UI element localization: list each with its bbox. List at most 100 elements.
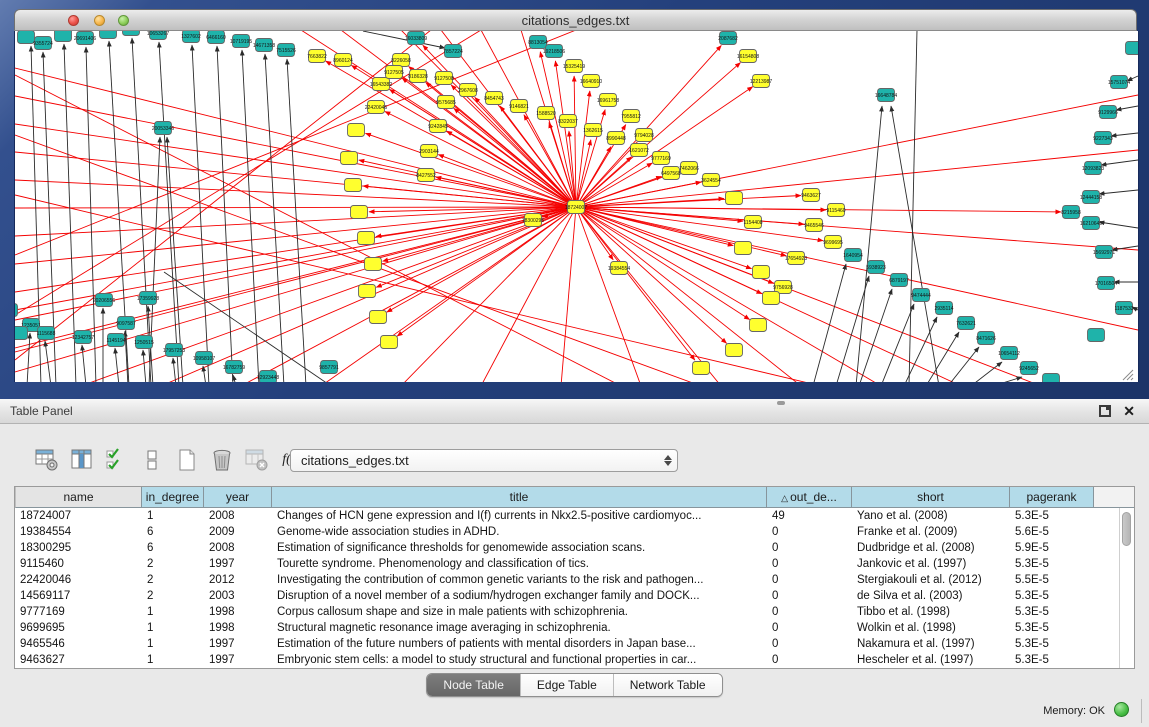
table-cell[interactable]: 1 (142, 620, 204, 636)
graph-node[interactable]: 8427552 (416, 169, 436, 182)
graph-node[interactable]: 2935114 (934, 302, 953, 315)
graph-node[interactable] (100, 31, 117, 39)
graph-node[interactable]: 6879197 (889, 274, 909, 287)
table-cell[interactable]: 2009 (204, 524, 272, 540)
graph-node[interactable]: 16033809 (405, 32, 427, 45)
graph-node[interactable]: 16782759 (223, 361, 245, 374)
table-cell[interactable]: 1997 (204, 652, 272, 668)
graph-node[interactable] (365, 258, 382, 271)
graph-edge-black[interactable] (27, 333, 30, 382)
graph-edge-citation[interactable] (576, 207, 752, 269)
table-cell[interactable]: Genome-wide association studies in ADHD. (272, 524, 767, 540)
graph-node[interactable]: 20053346 (152, 122, 174, 135)
table-cell[interactable]: 5.3E-5 (1010, 508, 1094, 524)
table-cell[interactable]: Wolkin et al. (1998) (852, 620, 1010, 636)
select-columns-icon[interactable] (104, 447, 130, 473)
graph-node[interactable]: 7462066 (679, 162, 699, 175)
graph-node[interactable] (345, 179, 362, 192)
graph-node[interactable] (359, 285, 376, 298)
graph-node[interactable]: 9127508 (434, 72, 454, 85)
graph-node[interactable] (370, 311, 387, 324)
table-row[interactable]: 969969511998Structural magnetic resonanc… (15, 620, 1134, 636)
table-row[interactable]: 1872400712008Changes of HCN gene express… (15, 508, 1134, 524)
graph-edge-black[interactable] (265, 54, 284, 382)
graph-edge-red[interactable] (15, 207, 576, 264)
table-cell[interactable]: 0 (767, 556, 852, 572)
graph-node[interactable]: 16543382 (370, 78, 392, 91)
table-cell[interactable]: 1998 (204, 604, 272, 620)
graph-node[interactable]: 1362615 (583, 124, 603, 137)
graph-edge-black[interactable] (1099, 222, 1138, 228)
table-cell[interactable]: 18724007 (15, 508, 142, 524)
graph-edge-citation[interactable] (576, 207, 750, 320)
graph-node[interactable]: 9127505 (384, 66, 404, 79)
table-cell[interactable]: Stergiakouli et al. (2012) (852, 572, 1010, 588)
table-cell[interactable]: 6 (142, 540, 204, 556)
column-header-title[interactable]: title (272, 487, 767, 508)
graph-edge-citation[interactable] (363, 186, 576, 207)
graph-node[interactable]: 16154808 (737, 50, 759, 63)
column-header-in_degree[interactable]: in_degree (142, 487, 204, 508)
table-cell[interactable]: 0 (767, 588, 852, 604)
table-cell[interactable]: Tibbo et al. (1998) (852, 604, 1010, 620)
table-cell[interactable]: 5.3E-5 (1010, 636, 1094, 652)
table-cell[interactable]: Estimation of significance thresholds fo… (272, 540, 767, 556)
graph-node[interactable]: 20206556 (93, 294, 115, 307)
graph-node[interactable]: 12342757 (72, 331, 94, 344)
table-cell[interactable]: 5.9E-5 (1010, 540, 1094, 556)
resize-grip-icon[interactable] (1131, 378, 1133, 380)
graph-node[interactable]: 9463627 (801, 189, 821, 202)
table-cell[interactable]: Nakamura et al. (1997) (852, 636, 1010, 652)
graph-node[interactable]: 9794028 (634, 129, 654, 142)
graph-node[interactable]: 7663822 (307, 50, 327, 63)
graph-edge-black[interactable] (993, 377, 1022, 382)
table-selector-dropdown[interactable]: citations_edges.txt (290, 449, 678, 472)
graph-node[interactable]: 19218506 (543, 45, 565, 58)
graph-edge-red[interactable] (576, 207, 1041, 382)
graph-node[interactable]: 7955812 (621, 110, 641, 123)
graph-node[interactable]: 9699695 (823, 236, 843, 249)
graph-edge-black[interactable] (1116, 106, 1138, 110)
graph-edge-black[interactable] (813, 264, 846, 382)
graph-node[interactable] (726, 192, 743, 205)
graph-node[interactable] (15, 304, 18, 317)
graph-node[interactable]: 9465546 (804, 219, 824, 232)
table-cell[interactable]: 2 (142, 588, 204, 604)
table-cell[interactable]: 2003 (204, 588, 272, 604)
graph-node[interactable]: 22420046 (365, 101, 387, 114)
vertical-scrollbar[interactable] (1119, 508, 1134, 668)
graph-node[interactable]: 16210649 (1080, 217, 1102, 230)
graph-node[interactable]: 8322037 (558, 115, 578, 128)
graph-node[interactable]: 15325419 (563, 60, 585, 73)
column-header-short[interactable]: short (852, 487, 1010, 508)
graph-node[interactable] (753, 266, 770, 279)
graph-edge-red[interactable] (15, 207, 576, 348)
table-cell[interactable]: 5.3E-5 (1010, 620, 1094, 636)
table-cell[interactable]: 2008 (204, 540, 272, 556)
graph-node[interactable] (1088, 329, 1105, 342)
graph-edge-citation[interactable] (576, 147, 611, 207)
graph-node[interactable] (1126, 42, 1139, 55)
table-row[interactable]: 1456911722003Disruption of a novel membe… (15, 588, 1134, 604)
table-cell[interactable]: Hescheler et al. (1997) (852, 652, 1010, 668)
graph-edge-black[interactable] (1099, 190, 1138, 194)
table-row[interactable]: 2242004622012Investigating the contribut… (15, 572, 1134, 588)
table-cell[interactable]: Investigating the contribution of common… (272, 572, 767, 588)
table-cell[interactable]: Corpus callosum shape and size in male p… (272, 604, 767, 620)
table-row[interactable]: 946554611997Estimation of the future num… (15, 636, 1134, 652)
graph-node[interactable]: 1154408 (743, 216, 762, 229)
graph-edge-black[interactable] (233, 375, 236, 382)
graph-node[interactable]: 8186328 (408, 70, 428, 83)
graph-node[interactable]: 1588520 (536, 107, 556, 120)
graph-node[interactable]: 16640910 (580, 75, 602, 88)
table-cell[interactable]: 1 (142, 604, 204, 620)
graph-edge-citation[interactable] (576, 196, 801, 207)
graph-node[interactable] (18, 31, 35, 44)
graph-node[interactable]: 17359928 (137, 292, 159, 305)
graph-node[interactable]: 12213987 (750, 75, 772, 88)
graph-node[interactable]: 8813054 (528, 36, 548, 49)
graph-node[interactable]: 20691406 (74, 32, 96, 45)
graph-edge-citation[interactable] (555, 61, 576, 207)
graph-edge-citation[interactable] (576, 207, 1061, 212)
graph-node[interactable]: 9146821 (509, 100, 529, 113)
